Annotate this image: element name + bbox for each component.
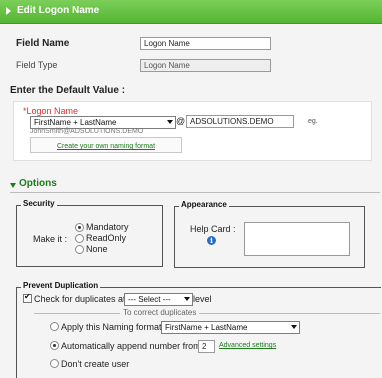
field-name-input[interactable]: Logon Name <box>140 37 271 50</box>
collapse-triangle-icon[interactable] <box>6 7 11 15</box>
radio-append-number[interactable] <box>50 341 59 350</box>
options-expand-icon[interactable] <box>10 183 16 188</box>
info-icon[interactable]: i <box>207 236 216 245</box>
security-legend: Security <box>21 199 57 208</box>
radio-readonly-label: ReadOnly <box>86 233 127 243</box>
radio-mandatory[interactable] <box>75 223 84 232</box>
chevron-down-icon <box>167 120 173 124</box>
domain-input[interactable]: ADSOLUTIONS.DEMO <box>186 115 294 128</box>
help-card-label: Help Card : <box>190 224 236 234</box>
radio-none-label: None <box>86 244 108 254</box>
at-sign: @ <box>176 116 186 126</box>
level-select[interactable]: --- Select --- <box>124 293 193 306</box>
field-type-label: Field Type <box>16 60 58 70</box>
example-value: JohnSmith@ADSOLUTIONS.DEMO <box>30 128 144 135</box>
logon-name-field-label: *Logon Name <box>23 106 79 116</box>
apply-format-select[interactable]: FirstName + LastName <box>161 321 300 334</box>
field-name-label: Field Name <box>16 38 70 49</box>
level-label: level <box>193 294 212 304</box>
to-correct-divider <box>34 313 380 314</box>
default-value-panel: *Logon Name FirstName + LastName @ ADSOL… <box>13 101 372 161</box>
help-card-textarea[interactable] <box>244 222 350 256</box>
make-it-label: Make it : <box>33 234 68 244</box>
chevron-down-icon <box>184 297 190 301</box>
check-duplicates-checkbox[interactable] <box>23 292 32 303</box>
radio-mandatory-label: Mandatory <box>86 222 129 232</box>
appearance-legend: Appearance <box>179 200 229 209</box>
prevent-duplication-legend: Prevent Duplication <box>21 281 101 290</box>
dialog-header: Edit Logon Name <box>0 0 382 24</box>
to-correct-legend: To correct duplicates <box>120 308 200 317</box>
dialog-title: Edit Logon Name <box>17 5 100 16</box>
advanced-settings-link[interactable]: Advanced settings <box>219 342 276 349</box>
chevron-down-icon <box>291 325 297 329</box>
radio-apply-format[interactable] <box>50 322 59 331</box>
append-number-input[interactable]: 2 <box>198 340 215 353</box>
field-type-value: Logon Name <box>140 59 271 72</box>
create-naming-format-box[interactable]: Create your own naming format <box>30 137 182 153</box>
default-value-heading: Enter the Default Value : <box>10 85 126 96</box>
check-duplicates-label: Check for duplicates at <box>34 294 126 304</box>
create-naming-format-link[interactable]: Create your own naming format <box>57 143 155 150</box>
radio-none[interactable] <box>75 245 84 254</box>
example-label: eg. <box>308 118 318 125</box>
radio-dont-create[interactable] <box>50 359 59 368</box>
append-number-label: Automatically append number from <box>61 341 201 351</box>
radio-readonly[interactable] <box>75 234 84 243</box>
options-divider <box>10 192 380 193</box>
options-heading[interactable]: Options <box>19 178 57 189</box>
dont-create-label: Don't create user <box>61 359 130 369</box>
apply-format-label: Apply this Naming format <box>61 322 162 332</box>
